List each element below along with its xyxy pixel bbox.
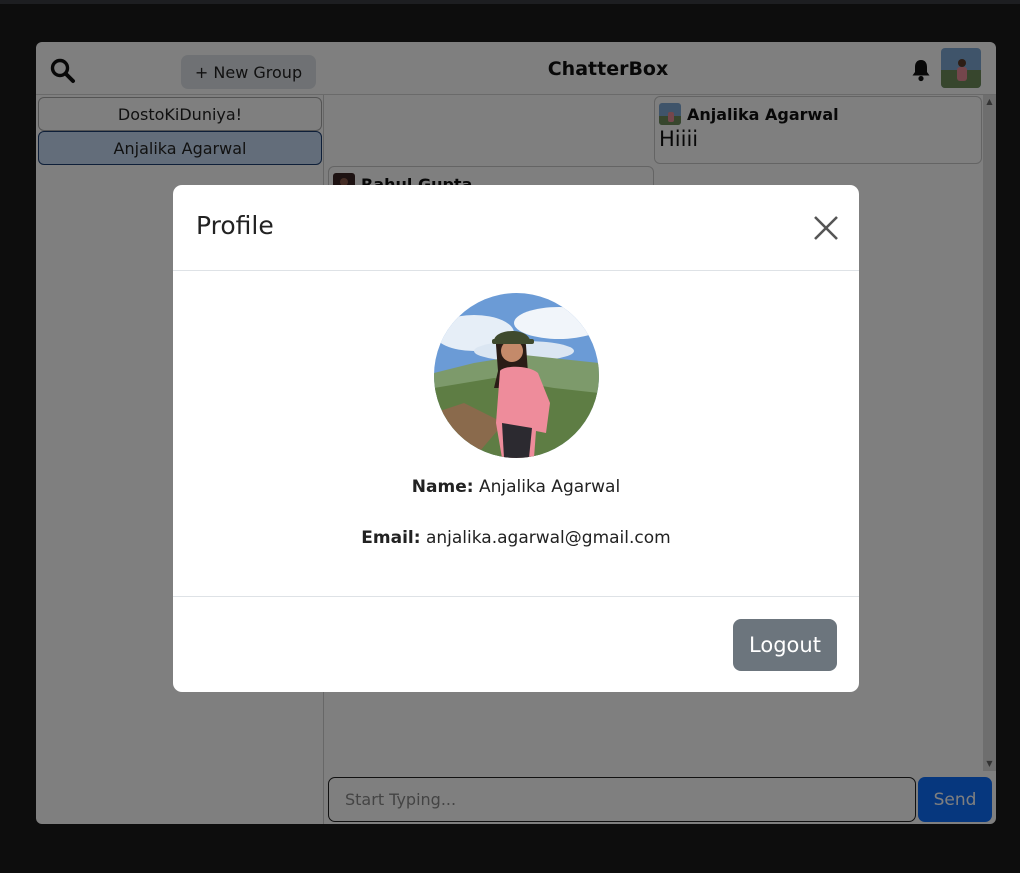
profile-modal: Profile Name: Anjalika Agarwal Email: an…	[173, 185, 859, 692]
logout-button[interactable]: Logout	[733, 619, 837, 671]
close-icon[interactable]	[811, 213, 841, 243]
profile-name-row: Name: Anjalika Agarwal	[173, 477, 859, 497]
modal-title: Profile	[196, 211, 274, 240]
modal-header: Profile	[173, 185, 859, 271]
name-label: Name:	[411, 477, 474, 497]
name-value: Anjalika Agarwal	[478, 477, 621, 497]
email-value: anjalika.agarwal@gmail.com	[425, 528, 671, 548]
modal-footer: Logout	[173, 596, 859, 692]
profile-email-row: Email: anjalika.agarwal@gmail.com	[173, 528, 859, 548]
email-label: Email:	[361, 528, 421, 548]
profile-picture	[434, 293, 599, 458]
